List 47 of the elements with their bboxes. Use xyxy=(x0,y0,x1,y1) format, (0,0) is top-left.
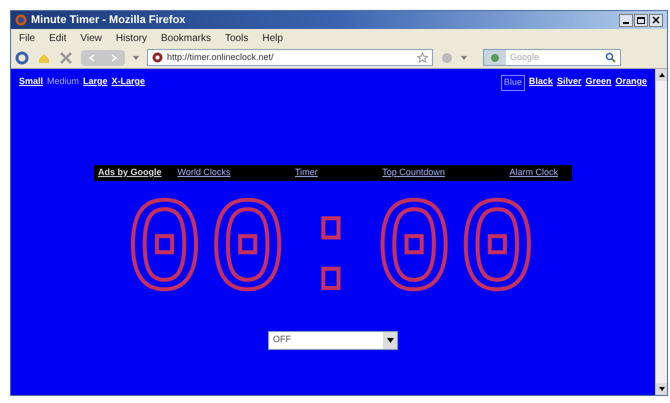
color-link[interactable]: Blue xyxy=(500,75,525,90)
color-link[interactable]: Green xyxy=(585,75,612,90)
ad-bar-title: Ads by Google xyxy=(98,166,162,179)
forward-icon xyxy=(110,54,118,62)
minimize-button[interactable] xyxy=(619,14,633,26)
menu-item[interactable]: Tools xyxy=(225,30,248,46)
menu-item[interactable]: File xyxy=(19,30,36,46)
reload-icon[interactable] xyxy=(15,50,29,64)
color-link[interactable]: Black xyxy=(528,75,553,90)
nav-link[interactable]: World Clocks xyxy=(178,166,230,180)
size-link[interactable]: Medium xyxy=(47,75,80,90)
size-link[interactable]: Small xyxy=(19,75,44,90)
window-title: Minute Timer - Mozilla Firefox xyxy=(31,12,186,28)
close-icon xyxy=(652,16,660,24)
caret-icon xyxy=(386,338,394,342)
search-icon[interactable] xyxy=(605,52,616,63)
mode-select[interactable]: OFF xyxy=(268,330,398,350)
stop-icon[interactable] xyxy=(59,50,73,64)
scroll-down-icon[interactable] xyxy=(658,387,664,391)
search-field[interactable]: Google xyxy=(483,49,621,66)
nav-link[interactable]: Top Countdown xyxy=(382,166,445,180)
scroll-up-icon[interactable] xyxy=(658,73,664,77)
menu-item[interactable]: View xyxy=(80,30,102,46)
dropdown-button[interactable] xyxy=(383,332,397,348)
star-icon[interactable] xyxy=(417,52,428,63)
dropdown-arrow-icon[interactable] xyxy=(133,54,139,60)
menu-item[interactable]: Bookmarks xyxy=(160,30,211,46)
menu-item[interactable]: History xyxy=(116,30,147,46)
scrollbar[interactable] xyxy=(655,69,667,395)
search-engine-icon[interactable] xyxy=(484,50,506,65)
site-icon xyxy=(152,52,163,63)
menu-item[interactable]: Help xyxy=(262,30,283,46)
timer-display: 00:00 xyxy=(124,186,542,318)
color-link[interactable]: Silver xyxy=(556,75,582,90)
menu-item[interactable]: Edit xyxy=(49,30,66,46)
size-link[interactable]: Large xyxy=(83,75,108,90)
size-link[interactable]: X-Large xyxy=(112,75,146,90)
firefox-icon xyxy=(15,14,27,26)
address-field[interactable]: http://timer.onlineclock.net/ xyxy=(147,49,433,66)
maximize-button[interactable] xyxy=(634,14,648,26)
back-icon xyxy=(88,54,96,62)
close-button[interactable] xyxy=(649,14,663,26)
search-input[interactable]: Google xyxy=(510,50,590,64)
nav-link[interactable]: Alarm Clock xyxy=(509,166,558,180)
color-link[interactable]: Orange xyxy=(615,75,647,90)
nav-link[interactable]: Timer xyxy=(295,166,318,180)
dropdown-arrow-icon[interactable] xyxy=(461,54,467,60)
